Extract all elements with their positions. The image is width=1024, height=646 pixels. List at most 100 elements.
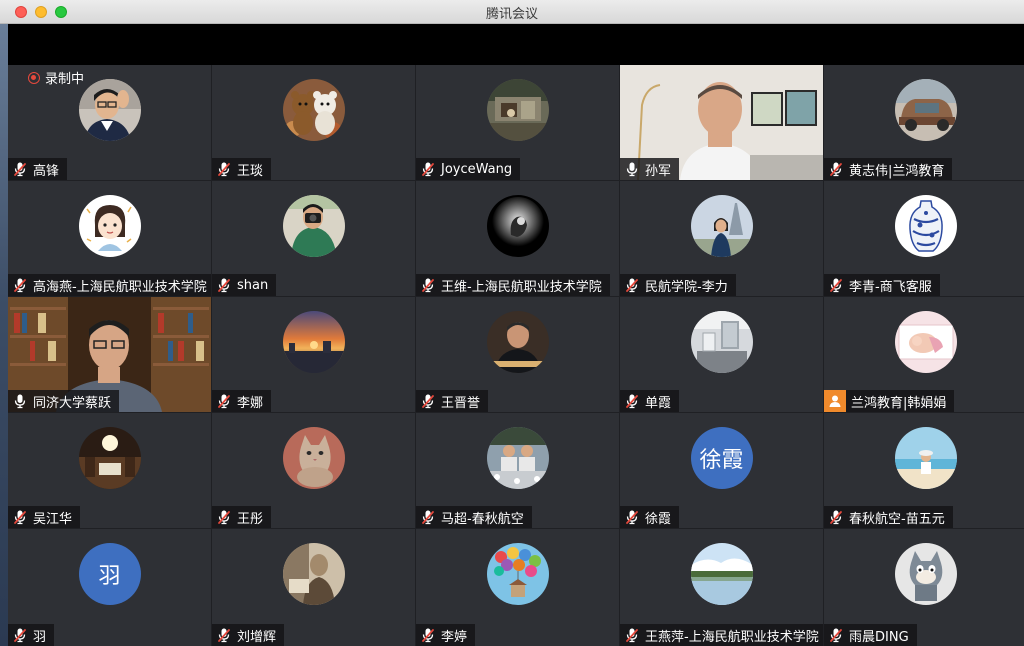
participant-tile[interactable]: 刘增辉 <box>212 529 415 646</box>
participant-tile[interactable]: 王彤 <box>212 413 415 528</box>
participant-tile[interactable]: 王燕萍-上海民航职业技术学院 <box>620 529 823 646</box>
participant-name: 王彤 <box>237 511 264 527</box>
participant-avatar <box>282 311 345 373</box>
mic-muted-icon <box>216 393 232 409</box>
participant-avatar <box>78 427 141 489</box>
participant-name: 李青-商飞客服 <box>849 279 932 295</box>
participant-avatar <box>690 311 753 373</box>
participant-name: 高锋 <box>33 163 60 179</box>
participant-tile[interactable]: 羽羽 <box>8 529 211 646</box>
participant-avatar <box>895 311 957 373</box>
participant-avatar <box>690 543 753 605</box>
participant-name-tag: 单霞 <box>620 390 680 412</box>
mic-muted-icon <box>12 277 28 293</box>
participant-tile[interactable]: 李婷 <box>416 529 619 646</box>
participant-tile[interactable]: 民航学院-李力 <box>620 181 823 296</box>
desktop-background-edge <box>0 24 8 646</box>
participant-name: 李婷 <box>441 629 468 645</box>
mic-muted-icon <box>624 627 640 643</box>
participant-name-tag: 马超-春秋航空 <box>416 506 532 528</box>
top-toolbar-area <box>8 24 1024 65</box>
mic-icon <box>624 161 640 177</box>
mic-muted-icon <box>12 161 28 177</box>
mic-muted-icon <box>420 393 436 409</box>
participant-name-tag: 孙军 <box>620 158 680 180</box>
participant-avatar: 羽 <box>78 543 141 605</box>
participant-tile[interactable]: 徐霞 徐霞 <box>620 413 823 528</box>
mic-muted-icon <box>624 277 640 293</box>
participant-name: 黄志伟|兰鸿教育 <box>849 163 945 179</box>
participant-tile[interactable]: 李青-商飞客服 <box>824 181 1024 296</box>
participant-name: 李娜 <box>237 395 264 411</box>
participant-name-tag: 王晋誉 <box>416 390 489 412</box>
mic-muted-icon <box>828 277 844 293</box>
participant-avatar <box>895 79 957 141</box>
participant-tile[interactable]: 同济大学蔡跃 <box>8 297 211 412</box>
participant-name-tag: 李娜 <box>212 390 272 412</box>
mic-muted-icon <box>216 277 232 293</box>
participant-avatar <box>282 427 345 489</box>
participant-tile[interactable]: 单霞 <box>620 297 823 412</box>
participant-tile[interactable]: 马超-春秋航空 <box>416 413 619 528</box>
participant-name-tag: 高海燕-上海民航职业技术学院 <box>8 274 211 296</box>
participant-tile[interactable]: 兰鸿教育|韩娟娟 <box>824 297 1024 412</box>
mic-muted-icon <box>420 509 436 525</box>
participant-avatar <box>486 79 549 141</box>
participant-tile[interactable]: 王晋誉 <box>416 297 619 412</box>
participant-tile[interactable]: 王维-上海民航职业技术学院 <box>416 181 619 296</box>
participant-name: 羽 <box>33 629 47 645</box>
participant-name-tag: 王彤 <box>212 506 272 528</box>
participant-name: 王琰 <box>237 163 264 179</box>
participant-avatar <box>78 79 141 141</box>
mic-muted-icon <box>420 627 436 643</box>
window-title: 腾讯会议 <box>485 7 538 22</box>
participant-name: 王燕萍-上海民航职业技术学院 <box>645 629 819 645</box>
participant-tile[interactable]: 雨晨DING <box>824 529 1024 646</box>
participant-avatar <box>486 543 549 605</box>
participant-tile[interactable]: 春秋航空-苗五元 <box>824 413 1024 528</box>
participant-avatar <box>486 311 549 373</box>
title-bar: 腾讯会议 <box>0 0 1024 24</box>
mic-muted-icon <box>828 509 844 525</box>
participant-avatar: 徐霞 <box>690 427 753 489</box>
participant-gallery: 录制中 高锋 王琰 JoyceWang 孙军 黄志伟|兰鸿教育高海燕-上海民航职业技术学… <box>8 65 1024 646</box>
participant-tile[interactable]: 黄志伟|兰鸿教育 <box>824 65 1024 180</box>
participant-name-tag: 王维-上海民航职业技术学院 <box>416 274 610 296</box>
mic-muted-icon <box>216 509 232 525</box>
participant-tile[interactable]: shan <box>212 181 415 296</box>
participant-name: shan <box>237 277 269 293</box>
participant-name-tag: 刘增辉 <box>212 624 285 646</box>
user-icon <box>824 390 846 412</box>
participant-tile[interactable]: 高海燕-上海民航职业技术学院 <box>8 181 211 296</box>
participant-name: 马超-春秋航空 <box>441 511 524 527</box>
participant-tile[interactable]: 孙军 <box>620 65 823 180</box>
mic-muted-icon <box>216 161 232 177</box>
participant-name: 徐霞 <box>645 511 672 527</box>
mic-muted-icon <box>420 277 436 293</box>
participant-name-tag: 兰鸿教育|韩娟娟 <box>824 390 955 412</box>
mic-muted-icon <box>420 161 436 177</box>
participant-name: 民航学院-李力 <box>645 279 728 295</box>
participant-avatar <box>895 427 957 489</box>
recording-label: 录制中 <box>45 72 85 87</box>
participant-name-tag: 雨晨DING <box>824 624 917 646</box>
participant-name-tag: 王燕萍-上海民航职业技术学院 <box>620 624 823 646</box>
participant-avatar <box>690 195 753 257</box>
mic-muted-icon <box>12 627 28 643</box>
participant-name: 刘增辉 <box>237 629 277 645</box>
recording-indicator: 录制中 <box>28 68 84 87</box>
participant-avatar <box>282 195 345 257</box>
participant-name-tag: 王琰 <box>212 158 272 180</box>
participant-avatar <box>486 427 549 489</box>
participant-name-tag: JoyceWang <box>416 158 521 180</box>
participant-tile[interactable]: 吴江华 <box>8 413 211 528</box>
participant-tile[interactable]: JoyceWang <box>416 65 619 180</box>
participant-name: 单霞 <box>645 395 672 411</box>
participant-name-tag: 同济大学蔡跃 <box>8 390 120 412</box>
participant-avatar <box>78 195 141 257</box>
participant-tile[interactable]: 李娜 <box>212 297 415 412</box>
participant-name-tag: 徐霞 <box>620 506 680 528</box>
participant-avatar <box>282 79 345 141</box>
participant-name: 吴江华 <box>33 511 73 527</box>
participant-tile[interactable]: 王琰 <box>212 65 415 180</box>
